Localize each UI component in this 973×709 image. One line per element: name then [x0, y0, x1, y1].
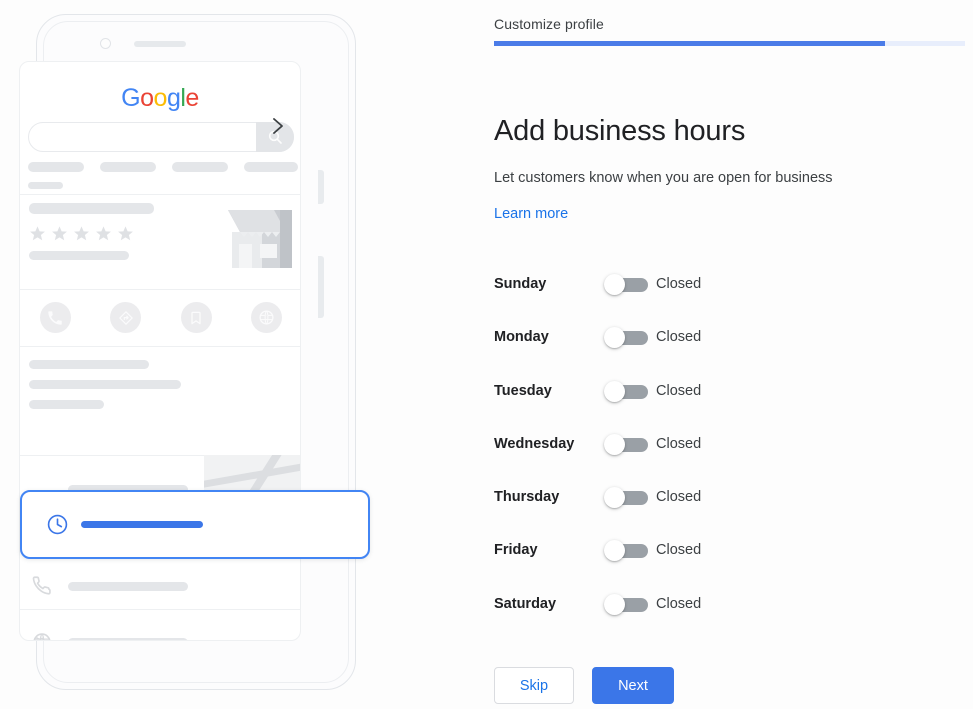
phone-side-button-top [318, 170, 324, 204]
placeholder-website [68, 638, 188, 640]
day-toggle[interactable] [604, 432, 650, 458]
day-toggle[interactable] [604, 592, 650, 618]
star-icon [117, 225, 134, 242]
day-toggle[interactable] [604, 272, 650, 298]
toggle-knob [604, 433, 625, 455]
phone-camera-icon [100, 38, 111, 49]
day-label: Wednesday [494, 435, 575, 452]
storefront-icon [218, 202, 298, 270]
toggle-knob [604, 540, 625, 562]
website-icon[interactable] [251, 302, 283, 333]
star-icon [29, 225, 46, 242]
business-hours-row: Monday Closed [494, 317, 824, 370]
day-toggle[interactable] [604, 325, 650, 351]
star-icon [51, 225, 68, 242]
learn-more-link[interactable]: Learn more [494, 206, 568, 222]
customize-profile-panel: Customize profile Add business hours Let… [494, 0, 973, 709]
chevron-right-icon[interactable] [272, 117, 284, 140]
day-label: Saturday [494, 595, 557, 612]
divider [20, 194, 300, 195]
wizard-eyebrow: Customize profile [494, 16, 604, 32]
placeholder-phone-number [68, 582, 188, 591]
placeholder-line [29, 360, 149, 369]
clock-icon [46, 513, 69, 536]
day-state-label: Closed [656, 329, 702, 346]
phone-illustration: Google [0, 0, 480, 709]
globe-icon [32, 632, 52, 640]
toggle-knob [604, 380, 625, 402]
day-label: Friday [494, 542, 538, 559]
day-label: Sunday [494, 276, 547, 292]
page-subtitle: Let customers know when you are open for… [494, 170, 833, 186]
wizard-progress-bar [494, 41, 965, 46]
day-state-label: Closed [656, 489, 702, 506]
placeholder-chips-row [28, 162, 298, 172]
toggle-knob [604, 327, 625, 349]
business-hours-row: Tuesday Closed [494, 371, 824, 424]
business-hours-row: Friday Closed [494, 530, 824, 583]
page-title: Add business hours [494, 115, 746, 148]
day-label: Monday [494, 329, 549, 346]
star-icon [95, 225, 112, 242]
bookmark-icon[interactable] [180, 302, 212, 333]
day-state-label: Closed [656, 276, 702, 292]
business-hours-list: Sunday Closed Monday Closed Tuesday Closed Wed… [494, 264, 824, 637]
day-label: Thursday [494, 489, 560, 506]
wizard-progress-fill [494, 41, 885, 46]
business-hours-row: Sunday Closed [494, 264, 824, 317]
skip-button[interactable]: Skip [494, 667, 574, 704]
toggle-knob [604, 487, 625, 509]
business-hours-row: Wednesday Closed [494, 424, 824, 477]
placeholder-category [29, 251, 129, 260]
placeholder-subline [28, 182, 63, 189]
google-logo: Google [121, 84, 199, 112]
search-input[interactable] [28, 122, 294, 152]
business-hours-row: Saturday Closed [494, 584, 824, 637]
next-button[interactable]: Next [592, 667, 674, 704]
day-state-label: Closed [656, 542, 702, 559]
phone-icon[interactable] [39, 302, 71, 333]
phone-speaker [134, 41, 186, 47]
phone-side-button-bottom [318, 256, 324, 318]
rating-stars [29, 225, 134, 242]
highlight-placeholder-bar [81, 521, 203, 528]
day-state-label: Closed [656, 435, 702, 452]
day-toggle[interactable] [604, 485, 650, 511]
placeholder-line [29, 380, 181, 389]
divider [20, 346, 300, 347]
business-hours-row: Thursday Closed [494, 477, 824, 530]
day-toggle[interactable] [604, 538, 650, 564]
business-hours-highlight-card[interactable] [20, 490, 370, 559]
toggle-knob [604, 593, 625, 615]
divider [20, 609, 300, 610]
day-toggle[interactable] [604, 379, 650, 405]
quick-actions-row [20, 289, 300, 346]
star-icon [73, 225, 90, 242]
placeholder-line [29, 400, 104, 409]
day-state-label: Closed [656, 595, 702, 612]
placeholder-business-name [29, 203, 154, 214]
directions-icon[interactable] [110, 302, 142, 333]
day-state-label: Closed [656, 382, 702, 399]
day-label: Tuesday [494, 382, 552, 399]
onboarding-screen: Google Customize profile Add business ho… [0, 0, 973, 709]
phone-icon [32, 576, 52, 601]
wizard-actions: Skip Next [494, 667, 674, 704]
toggle-knob [604, 274, 625, 295]
